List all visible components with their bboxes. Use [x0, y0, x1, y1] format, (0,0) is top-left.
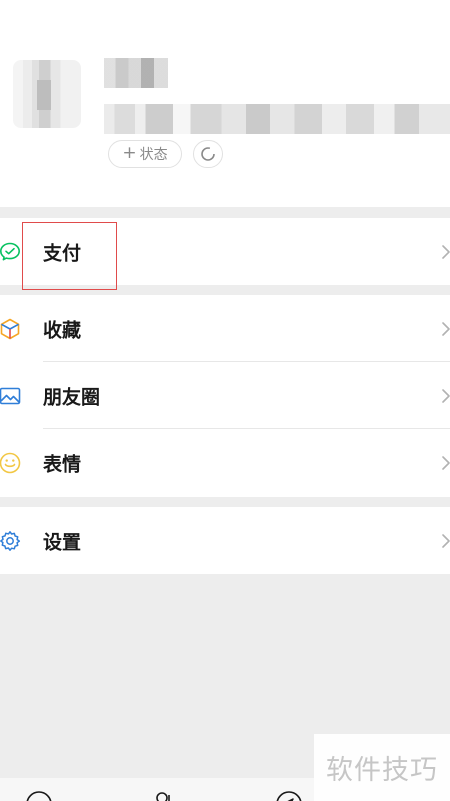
chevron-right-icon — [442, 388, 450, 403]
me-page: + 状态 支付 收藏 朋友圈 表情 设置 软件技巧 — [0, 0, 450, 801]
status-label: 状态 — [139, 147, 168, 163]
favorites-cube-icon — [0, 318, 20, 339]
chevron-right-icon — [442, 244, 450, 259]
menu-item-label: 表情 — [43, 453, 82, 475]
chevron-right-icon — [442, 321, 450, 336]
chevron-right-icon — [442, 533, 450, 548]
blurred-nickname — [104, 58, 168, 88]
menu-item-moments[interactable]: 朋友圈 — [0, 362, 450, 429]
profile-header[interactable]: + 状态 — [0, 0, 450, 207]
chats-tab-icon[interactable] — [24, 789, 54, 801]
add-status-button[interactable]: + 状态 — [108, 140, 182, 168]
circle-icon — [201, 147, 215, 161]
watermark-text: 软件技巧 — [314, 734, 450, 801]
menu-item-stickers[interactable]: 表情 — [0, 429, 450, 496]
settings-section: 设置 — [0, 507, 450, 574]
sticker-smile-icon — [0, 452, 21, 473]
menu-item-label: 朋友圈 — [43, 386, 101, 408]
menu-item-favorites[interactable]: 收藏 — [0, 295, 450, 362]
wechat-pay-icon — [0, 242, 20, 260]
chevron-right-icon — [442, 455, 450, 470]
bottom-tab-bar — [0, 778, 314, 801]
menu-item-label: 收藏 — [43, 319, 82, 341]
blurred-wechat-id — [104, 104, 450, 134]
features-section: 收藏 朋友圈 表情 — [0, 295, 450, 497]
menu-item-settings[interactable]: 设置 — [0, 507, 450, 574]
pay-highlight-box — [22, 222, 117, 290]
contacts-tab-icon[interactable] — [150, 789, 180, 801]
moments-photo-icon — [0, 387, 21, 404]
gear-icon — [0, 530, 21, 551]
status-circle-button[interactable] — [193, 140, 223, 168]
plus-icon: + — [122, 142, 137, 163]
discover-tab-icon[interactable] — [274, 789, 304, 801]
avatar[interactable] — [13, 60, 81, 128]
menu-item-label: 设置 — [43, 531, 82, 553]
